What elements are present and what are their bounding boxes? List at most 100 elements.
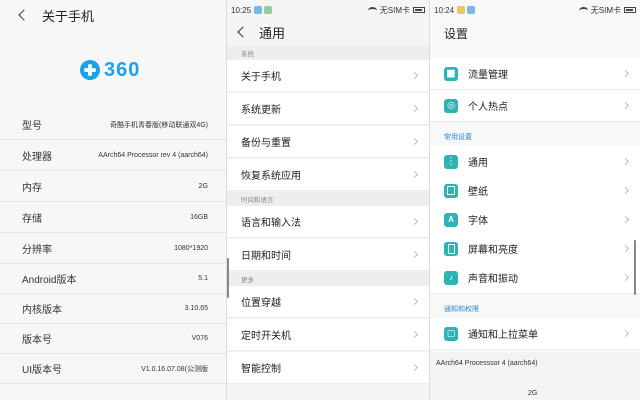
info-key: 内核版本 xyxy=(22,305,62,316)
list-item-font[interactable]: 字体 xyxy=(430,204,640,236)
list-item-hotspot[interactable]: 个人热点 xyxy=(430,90,640,122)
item-label: 通知和上拉菜单 xyxy=(468,330,538,341)
chevron-right-icon xyxy=(410,170,419,179)
chevron-right-icon xyxy=(410,363,419,372)
logo-text: 360 xyxy=(104,58,141,81)
general-panel: 10:25 无SIM卡 通用 系统 关于手机 系统更新 备份与重置 恢复系统应用… xyxy=(227,0,429,400)
wifi-icon xyxy=(578,6,588,14)
item-label: 语言和输入法 xyxy=(241,218,301,229)
info-value: 奇酷手机青春版(移动联通双4G) xyxy=(110,121,208,129)
notification-icon xyxy=(457,6,466,14)
chevron-right-icon xyxy=(621,69,630,78)
sim-status: 无SIM卡 xyxy=(379,5,410,15)
info-value: 3.10.65 xyxy=(184,305,208,312)
list-item-scheduled-power[interactable]: 定时开关机 xyxy=(227,319,429,351)
hotspot-icon xyxy=(444,98,458,113)
info-row-android-version: Android版本 5.1 xyxy=(0,264,226,294)
scrollbar[interactable] xyxy=(634,240,636,295)
chevron-right-icon xyxy=(621,157,630,166)
info-key: 型号 xyxy=(22,121,42,132)
wallpaper-icon xyxy=(444,183,458,198)
item-label: 恢复系统应用 xyxy=(241,171,301,182)
info-value: 2G xyxy=(198,183,208,190)
list-item-sound-vibration[interactable]: 声音和振动 xyxy=(430,262,640,294)
info-value: 1080*1920 xyxy=(174,245,208,252)
chevron-right-icon xyxy=(410,297,419,306)
scrollbar[interactable] xyxy=(227,258,229,298)
status-bar: 10:25 无SIM卡 xyxy=(227,0,429,20)
item-label: 智能控制 xyxy=(241,364,281,375)
item-label: 屏幕和亮度 xyxy=(468,245,518,256)
item-label: 声音和振动 xyxy=(468,274,518,285)
page-title: 通用 xyxy=(259,25,286,41)
app-icon xyxy=(264,6,273,14)
notification-icon xyxy=(254,6,263,14)
back-arrow-icon[interactable] xyxy=(237,26,249,38)
chevron-right-icon xyxy=(410,250,419,259)
list-item-backup-reset[interactable]: 备份与重置 xyxy=(227,126,429,158)
battery-icon xyxy=(624,7,636,13)
memory-text: 2G xyxy=(528,390,538,397)
item-label: 日期和时间 xyxy=(241,251,291,262)
list-item-about-phone[interactable]: 关于手机 xyxy=(227,60,429,92)
overlay-info-text: AArch64 Processsor 4 (aarch64) 2G xyxy=(430,352,640,400)
settings-panel: 10:24 无SIM卡 设置 流量管理 个人热点 常用设置 通用 壁纸 字体 屏… xyxy=(430,0,640,400)
list-item-system-update[interactable]: 系统更新 xyxy=(227,93,429,125)
page-title: 关于手机 xyxy=(42,8,95,24)
list-item-general[interactable]: 通用 xyxy=(430,146,640,178)
list-item-language-input[interactable]: 语言和输入法 xyxy=(227,206,429,238)
chevron-right-icon xyxy=(621,329,630,338)
chevron-right-icon xyxy=(410,330,419,339)
notification-icon xyxy=(444,326,458,341)
list-item-notification-menu[interactable]: 通知和上拉菜单 xyxy=(430,318,640,350)
item-label: 流量管理 xyxy=(468,70,508,81)
info-row-kernel-version: 内核版本 3.10.65 xyxy=(0,294,226,324)
chevron-right-icon xyxy=(410,71,419,80)
wifi-icon xyxy=(367,6,377,14)
item-label: 位置穿越 xyxy=(241,298,281,309)
info-row-model: 型号 奇酷手机青春版(移动联通双4G) xyxy=(0,110,226,140)
general-icon xyxy=(444,154,458,169)
general-header: 通用 xyxy=(227,20,429,44)
status-time: 10:24 xyxy=(434,5,455,15)
item-label: 通用 xyxy=(468,158,488,169)
back-arrow-icon[interactable] xyxy=(18,9,30,21)
info-key: 处理器 xyxy=(22,152,52,163)
info-row-processor: 处理器 AArch64 Processor rev 4 (aarch64) xyxy=(0,141,226,171)
sound-icon xyxy=(444,270,458,285)
app-icon xyxy=(467,6,476,14)
info-row-resolution: 分辨率 1080*1920 xyxy=(0,234,226,264)
chevron-right-icon xyxy=(621,186,630,195)
info-value: V1.0.16.07.08(公测版 xyxy=(141,365,208,373)
list-item-restore-apps[interactable]: 恢复系统应用 xyxy=(227,159,429,191)
status-time: 10:25 xyxy=(231,5,252,15)
item-label: 定时开关机 xyxy=(241,331,291,342)
info-row-ui-version: UI版本号 V1.0.16.07.08(公测版 xyxy=(0,354,226,384)
processor-text: AArch64 Processsor 4 (aarch64) xyxy=(436,360,538,367)
chevron-right-icon xyxy=(621,244,630,253)
info-value: 16GB xyxy=(190,214,208,221)
chart-icon xyxy=(444,66,458,81)
list-item-wallpaper[interactable]: 壁纸 xyxy=(430,175,640,207)
info-value: AArch64 Processor rev 4 (aarch64) xyxy=(98,152,208,159)
list-item-screen-brightness[interactable]: 屏幕和亮度 xyxy=(430,233,640,265)
settings-header: 设置 xyxy=(430,20,640,46)
info-key: 分辨率 xyxy=(22,245,52,256)
item-label: 字体 xyxy=(468,216,488,227)
info-value: 5.1 xyxy=(198,275,208,282)
about-phone-panel: 关于手机 360 型号 奇酷手机青春版(移动联通双4G) 处理器 AArch64… xyxy=(0,0,226,400)
item-label: 关于手机 xyxy=(241,72,281,83)
info-row-memory: 内存 2G xyxy=(0,172,226,202)
list-item-smart-control[interactable]: 智能控制 xyxy=(227,352,429,384)
chevron-right-icon xyxy=(621,101,630,110)
section-system: 系统 xyxy=(227,46,429,60)
list-item-location[interactable]: 位置穿越 xyxy=(227,286,429,318)
list-item-data-usage[interactable]: 流量管理 xyxy=(430,58,640,90)
info-key: 版本号 xyxy=(22,335,52,346)
item-label: 备份与重置 xyxy=(241,138,291,149)
list-item-date-time[interactable]: 日期和时间 xyxy=(227,239,429,271)
section-common-settings: 常用设置 xyxy=(430,128,640,146)
chevron-right-icon xyxy=(621,215,630,224)
sim-status: 无SIM卡 xyxy=(590,5,621,15)
brand-logo: 360 xyxy=(80,58,160,82)
